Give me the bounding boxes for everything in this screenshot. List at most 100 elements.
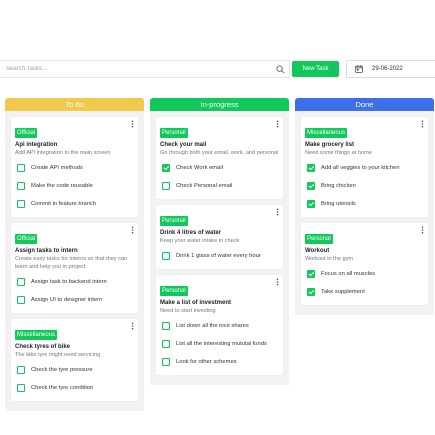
subtask-item[interactable]: Check Work email <box>160 159 279 177</box>
checkbox[interactable] <box>17 182 25 190</box>
date-value: 29-06-2022 <box>372 66 403 72</box>
task-card[interactable]: Personal Workout Workout in the gym Focus o… <box>301 223 428 305</box>
subtask-label: List down all the nice shares <box>176 323 249 329</box>
card-title: Make grocery list <box>305 142 355 148</box>
subtask-item[interactable]: Check Personal email <box>160 177 279 195</box>
subtask-item[interactable]: Bring utensils <box>305 195 424 213</box>
checkbox[interactable] <box>162 340 170 348</box>
subtask-item[interactable]: List down all the nice shares <box>160 317 279 335</box>
category-tag: Official <box>15 128 38 138</box>
subtask-item[interactable]: Commit in feature branch <box>15 195 134 213</box>
subtask-label: Check Personal email <box>176 183 233 189</box>
column-body: Official Api integration Add API integrati… <box>5 111 144 411</box>
checkbox-checked[interactable] <box>307 182 315 190</box>
subtask-item[interactable]: List all the interesting mututal funds <box>160 335 279 353</box>
subtask-item[interactable]: Bring chicken <box>305 177 424 195</box>
date-picker[interactable]: 29-06-2022 <box>346 60 435 78</box>
subtask-label: Look for other schemes <box>176 359 237 365</box>
subtask-label: Drink 1 glass of water every hour <box>176 253 261 259</box>
card-title: Api integration <box>15 142 58 148</box>
checkbox-checked[interactable] <box>307 270 315 278</box>
card-description: Need some things at home <box>305 150 372 156</box>
search-icon[interactable] <box>276 65 285 74</box>
card-title: Assign tasks to intern <box>15 248 78 254</box>
card-title: Drink 4 litres of water <box>160 230 222 236</box>
subtask-item[interactable]: Assign UI to designer intern <box>15 291 134 309</box>
column-header: In-progress <box>150 98 289 111</box>
card-description: Add API integration to the main screen <box>15 150 111 156</box>
card-description: Need to start investing <box>160 308 216 314</box>
checkbox[interactable] <box>17 200 25 208</box>
calendar-icon[interactable] <box>355 65 363 73</box>
subtask-label: Create API methods <box>31 165 83 171</box>
more-options-icon[interactable] <box>131 226 134 234</box>
subtask-list: List down all the nice shares List all th… <box>160 317 279 371</box>
task-card[interactable]: Official Api integration Add API integrati… <box>11 117 138 217</box>
subtask-label: Focus on all muscles <box>321 271 376 277</box>
task-card[interactable]: Miscellaneous Make grocery list Need some … <box>301 117 428 217</box>
checkbox[interactable] <box>17 366 25 374</box>
subtask-item[interactable]: Take supplement <box>305 283 424 301</box>
checkbox-checked[interactable] <box>307 164 315 172</box>
more-options-icon[interactable] <box>131 120 134 128</box>
search-input[interactable] <box>4 65 278 73</box>
subtask-label: Assign task to backend intern <box>31 279 107 285</box>
category-tag: Miscellaneous <box>305 128 348 138</box>
task-card[interactable]: Miscellaneous Check tyres of bike The bike… <box>11 319 138 401</box>
subtask-item[interactable]: Check the tyre pressure <box>15 361 134 379</box>
card-description: Keep your water intake in check <box>160 238 240 244</box>
search-box[interactable] <box>0 60 290 78</box>
category-tag: Personal <box>160 286 188 296</box>
subtask-item[interactable]: Drink 1 glass of water every hour <box>160 247 279 265</box>
column-body: Personal Check your mail Go through both y… <box>150 111 289 385</box>
subtask-label: Check the tyre pressure <box>31 367 93 373</box>
checkbox[interactable] <box>162 252 170 260</box>
more-options-icon[interactable] <box>276 278 279 286</box>
column-todo: To do Official Api integration Add API inte… <box>5 98 144 411</box>
more-options-icon[interactable] <box>131 322 134 330</box>
category-tag: Official <box>15 234 38 244</box>
card-description: Create easy tasks for interns so that th… <box>15 256 128 270</box>
category-tag: Personal <box>160 128 188 138</box>
checkbox[interactable] <box>17 384 25 392</box>
checkbox-checked[interactable] <box>307 200 315 208</box>
card-description: The bike tyre might need servicing <box>15 352 101 358</box>
column-done: Done Miscellaneous Make grocery list Need s… <box>295 98 434 315</box>
task-card[interactable]: Personal Drink 4 litres of water Keep your… <box>156 205 283 269</box>
subtask-item[interactable]: Look for other schemes <box>160 353 279 371</box>
category-tag: Miscellaneous <box>15 330 58 340</box>
column-body: Miscellaneous Make grocery list Need some … <box>295 111 434 315</box>
more-options-icon[interactable] <box>276 120 279 128</box>
more-options-icon[interactable] <box>276 208 279 216</box>
card-title: Check tyres of bike <box>15 344 71 350</box>
checkbox-checked[interactable] <box>162 164 170 172</box>
more-options-icon[interactable] <box>421 120 424 128</box>
subtask-item[interactable]: Create API methods <box>15 159 134 177</box>
card-description: Workout in the gym <box>305 256 354 262</box>
checkbox[interactable] <box>162 182 170 190</box>
task-card[interactable]: Personal Make a list of investment Need to… <box>156 275 283 375</box>
subtask-label: Check Work email <box>176 165 223 171</box>
checkbox[interactable] <box>162 358 170 366</box>
checkbox[interactable] <box>17 296 25 304</box>
subtask-item[interactable]: Add all veggies to your kitchen <box>305 159 424 177</box>
subtask-label: Check the tyre condition <box>31 385 94 391</box>
card-title: Make a list of investment <box>160 300 232 306</box>
subtask-list: Drink 1 glass of water every hour <box>160 247 279 265</box>
subtask-label: Commit in feature branch <box>31 201 97 207</box>
toolbar: New Task 29-06-2022 <box>0 60 435 80</box>
checkbox-checked[interactable] <box>307 288 315 296</box>
task-card[interactable]: Official Assign tasks to intern Create eas… <box>11 223 138 313</box>
subtask-item[interactable]: Focus on all muscles <box>305 265 424 283</box>
new-task-button[interactable]: New Task <box>292 61 339 77</box>
checkbox[interactable] <box>17 278 25 286</box>
checkbox[interactable] <box>17 164 25 172</box>
subtask-item[interactable]: Assign task to backend intern <box>15 273 134 291</box>
subtask-item[interactable]: Check the tyre condition <box>15 379 134 397</box>
task-card[interactable]: Personal Check your mail Go through both y… <box>156 117 283 199</box>
card-description: Go through both your email, work, and pe… <box>160 150 279 156</box>
category-tag: Personal <box>160 216 188 226</box>
subtask-item[interactable]: Make the code reusable <box>15 177 134 195</box>
more-options-icon[interactable] <box>421 226 424 234</box>
checkbox[interactable] <box>162 322 170 330</box>
